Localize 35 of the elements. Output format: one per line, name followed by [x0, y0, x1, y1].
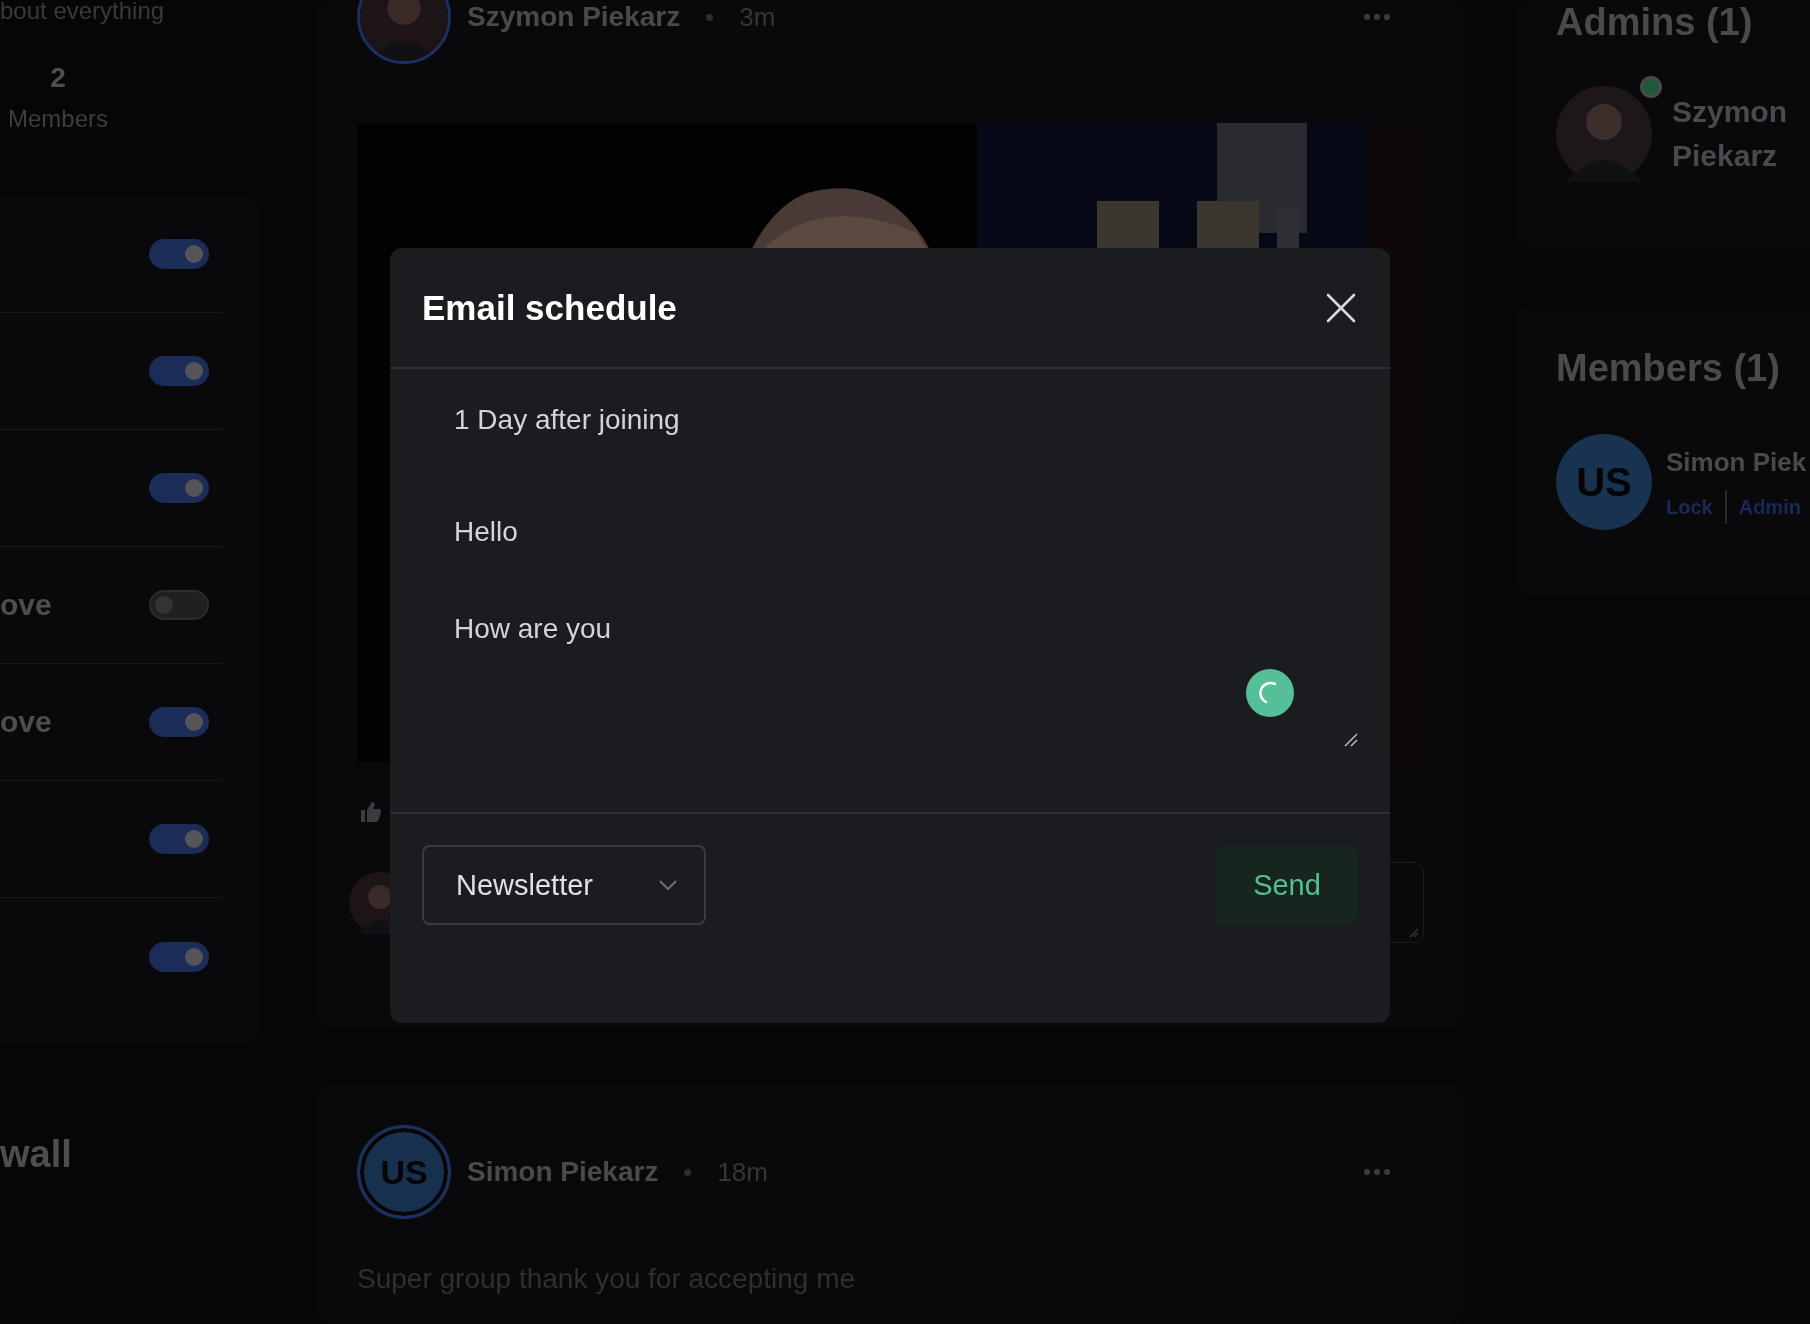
member-action-link[interactable]: Admin [1738, 495, 1801, 519]
avatar-initials[interactable]: US [357, 1125, 451, 1219]
message-field[interactable]: 1 Day after joining Hello How are you [454, 385, 1326, 677]
more-options-icon[interactable] [1364, 1169, 1390, 1175]
wall-heading: wall [0, 1133, 73, 1176]
setting-label: ove [0, 705, 52, 739]
toggle-switch[interactable] [149, 941, 209, 972]
dialog-title: Email schedule [422, 287, 677, 328]
admin-name[interactable]: Szymon Piekarz [1672, 90, 1810, 178]
template-dropdown[interactable]: Newsletter [422, 845, 706, 925]
members-heading: Members (1) [1556, 346, 1781, 390]
toggle-switch[interactable] [149, 473, 209, 503]
toggle-switch[interactable] [149, 707, 209, 737]
admins-heading: Admins (1) [1556, 0, 1754, 44]
author-name[interactable]: Szymon Piekarz [467, 1, 681, 33]
author-name[interactable]: Simon Piekarz [467, 1156, 659, 1188]
avatar-initials[interactable]: US [1556, 434, 1652, 530]
send-button[interactable]: Send [1216, 845, 1358, 925]
toggle-switch[interactable] [149, 590, 209, 620]
toggle-switch[interactable] [149, 824, 209, 854]
chevron-down-icon [658, 879, 678, 891]
avatar-photo[interactable] [1556, 86, 1652, 182]
close-icon[interactable] [1326, 292, 1356, 323]
separator-dot [706, 13, 714, 21]
resize-handle-icon[interactable] [1409, 928, 1419, 938]
members-count: 2 [49, 62, 67, 94]
member-name[interactable]: Simon Piek [1666, 440, 1807, 484]
thumbs-up-icon[interactable] [359, 800, 383, 824]
more-options-icon[interactable] [1364, 14, 1390, 20]
toggle-switch[interactable] [149, 239, 209, 269]
members-label: Members [7, 104, 109, 134]
toggle-switch[interactable] [149, 356, 209, 386]
setting-label: ove [0, 588, 52, 622]
member-action-link[interactable]: Lock [1666, 495, 1713, 519]
separator-dot [684, 1168, 692, 1176]
